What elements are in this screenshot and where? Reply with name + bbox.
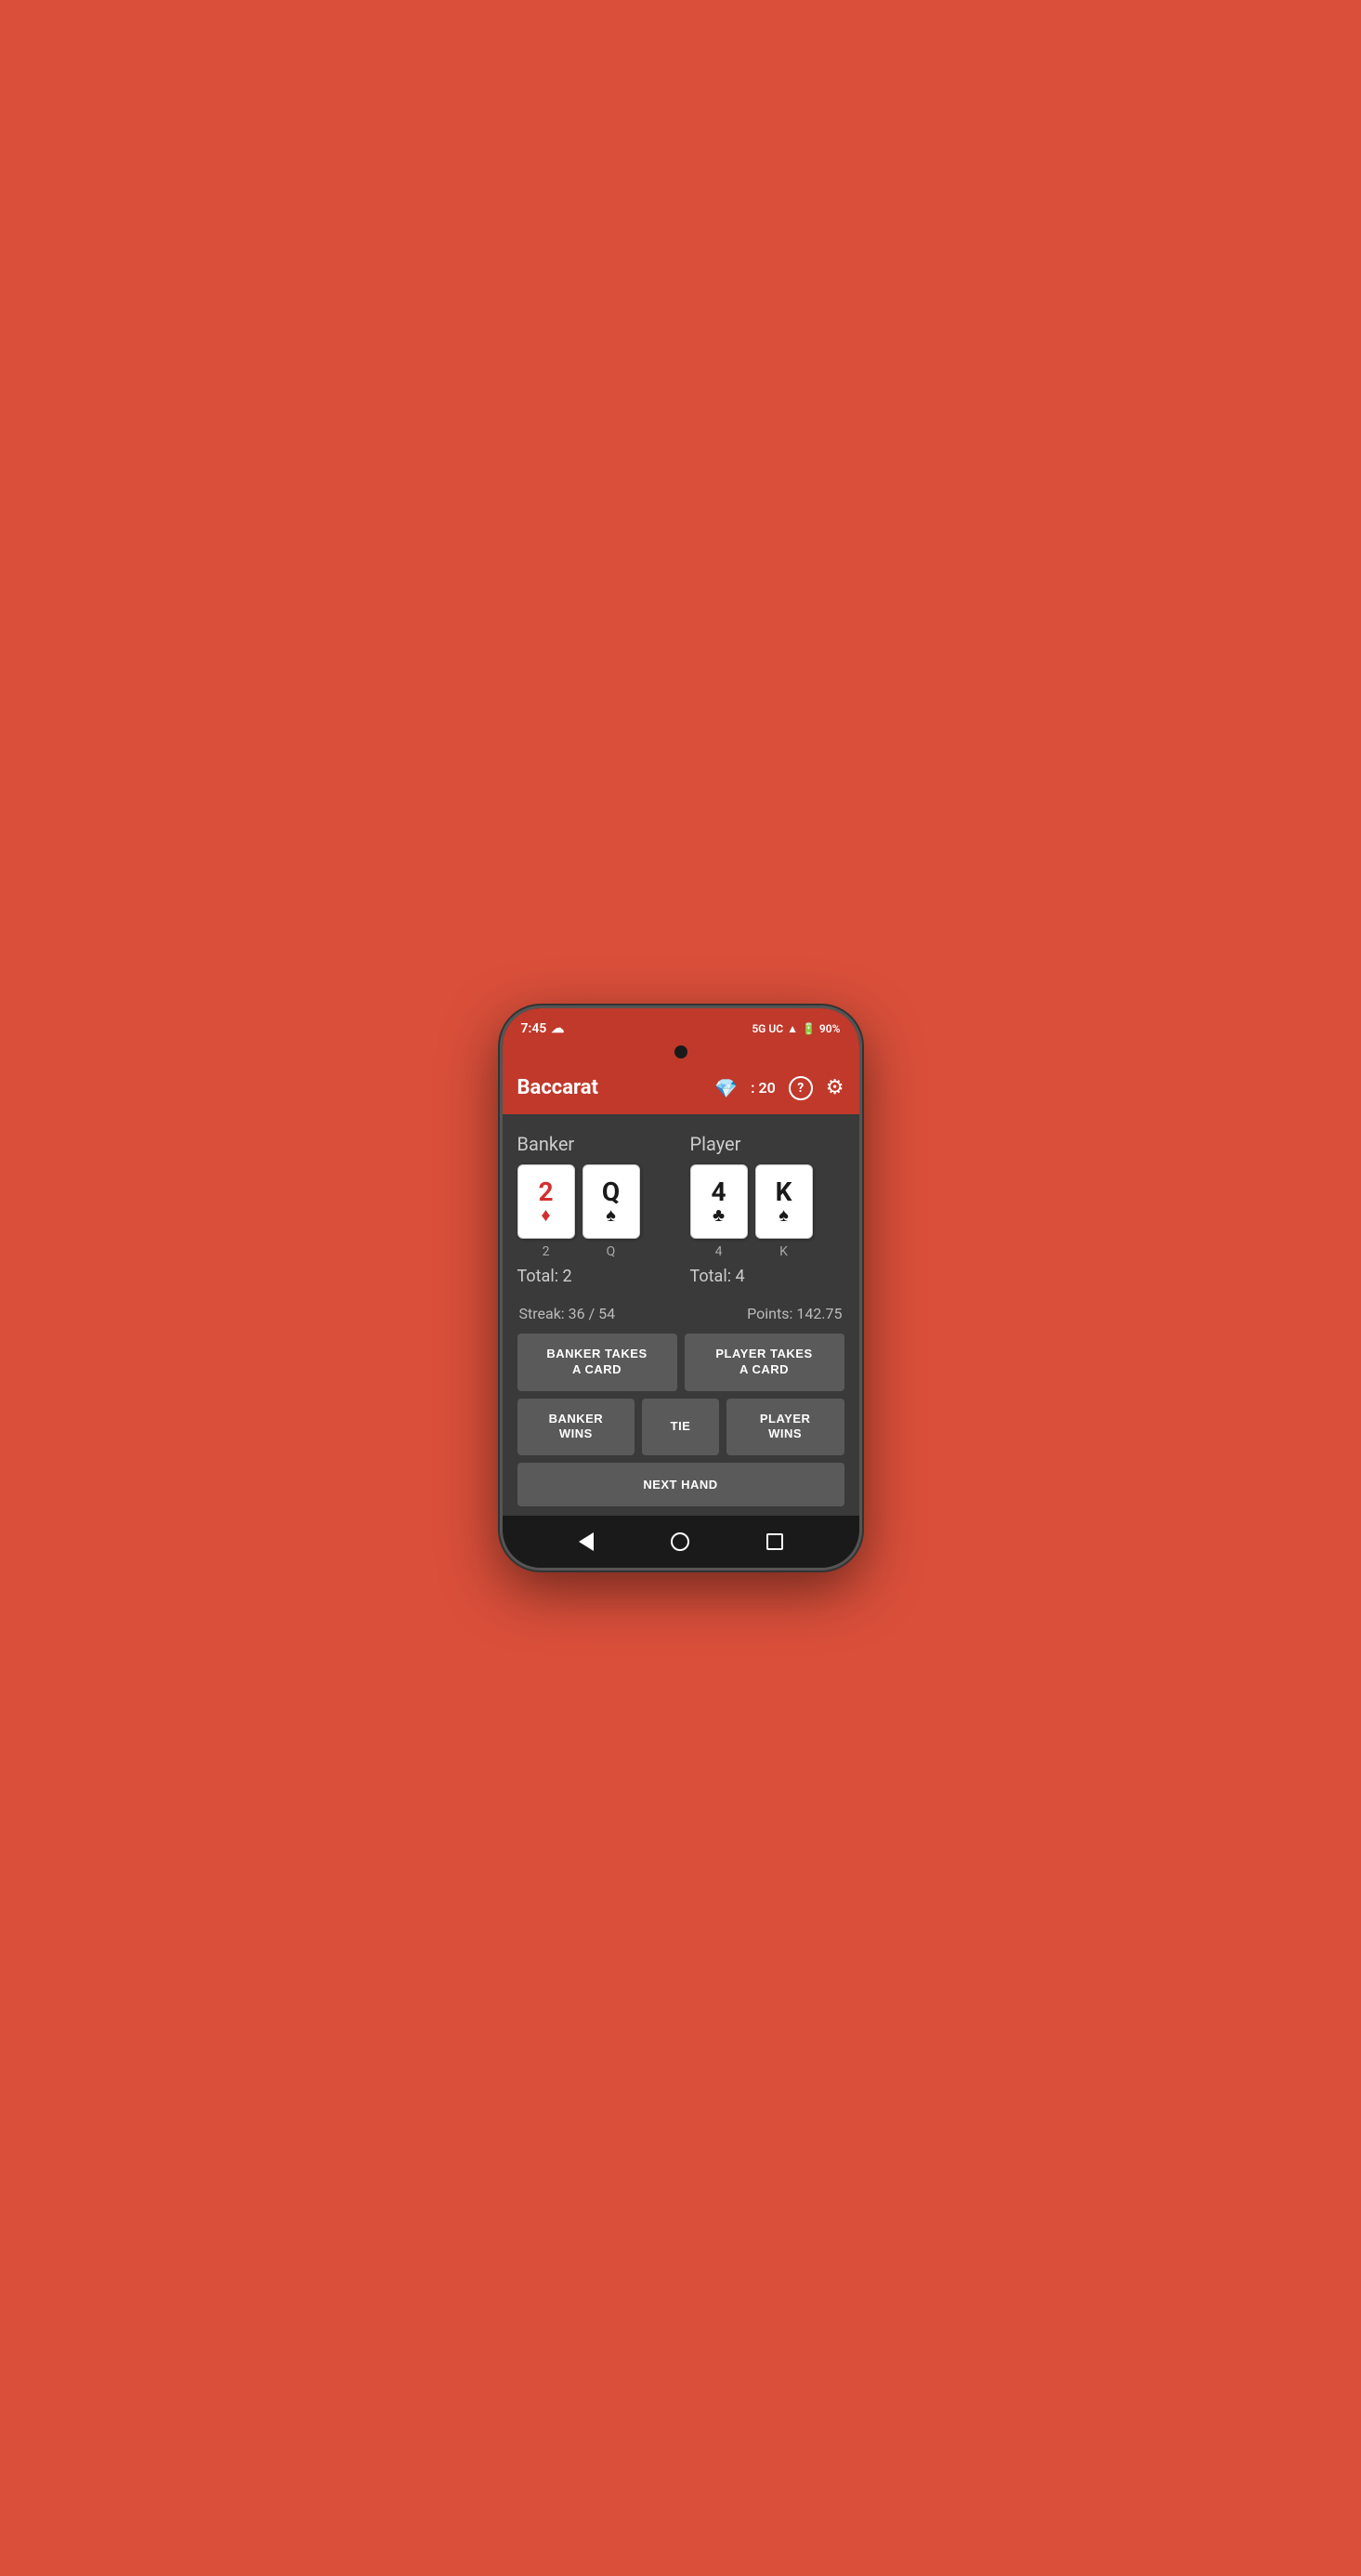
back-button[interactable] [568, 1523, 605, 1560]
banker-card-1-label: 2 [517, 1244, 575, 1259]
player-card-1-suit: ♣ [713, 1205, 725, 1224]
cloud-icon: ☁ [551, 1021, 564, 1036]
time-text: 7:45 [521, 1021, 547, 1036]
player-card-2-value: K [776, 1179, 792, 1205]
banker-card-1-value: 2 [538, 1179, 553, 1205]
banker-takes-card-button[interactable]: BANKER TAKESA CARD [517, 1334, 677, 1391]
notch [503, 1045, 859, 1062]
player-card-1-value: 4 [711, 1179, 726, 1205]
take-card-buttons: BANKER TAKESA CARD PLAYER TAKESA CARD [517, 1334, 844, 1391]
recents-icon [766, 1533, 783, 1550]
status-time: 7:45 ☁ [521, 1021, 565, 1036]
banker-cards-row: 2 ♦ Q ♠ [517, 1164, 672, 1239]
player-card-2-label: K [755, 1244, 813, 1259]
player-card-2: K ♠ [755, 1164, 813, 1239]
network-text: 5G UC [752, 1022, 783, 1035]
player-cards-row: 4 ♣ K ♠ [690, 1164, 844, 1239]
player-card-1-label: 4 [690, 1244, 748, 1259]
main-content: Banker 2 ♦ Q ♠ 2 Q [503, 1114, 859, 1305]
battery-icon: 🔋 [802, 1022, 816, 1035]
player-hand: Player 4 ♣ K ♠ 4 K [690, 1133, 844, 1286]
banker-card-1: 2 ♦ [517, 1164, 575, 1239]
settings-icon[interactable]: ⚙ [826, 1076, 844, 1099]
banker-card-2-suit: ♠ [606, 1205, 616, 1224]
app-title: Baccarat [517, 1076, 715, 1099]
player-card-labels: 4 K [690, 1244, 844, 1259]
banker-wins-button[interactable]: BANKERWINS [517, 1399, 635, 1456]
gem-balance: : 20 [751, 1079, 776, 1097]
back-icon [579, 1532, 594, 1551]
app-bar-actions: 💎 : 20 ? ⚙ [714, 1076, 844, 1100]
banker-hand: Banker 2 ♦ Q ♠ 2 Q [517, 1133, 672, 1286]
banker-label: Banker [517, 1133, 672, 1155]
win-buttons-row: BANKERWINS TIE PLAYERWINS [517, 1399, 844, 1456]
player-card-2-suit: ♠ [779, 1205, 789, 1224]
home-button[interactable] [661, 1523, 699, 1560]
status-bar: 7:45 ☁ 5G UC ▲ 🔋 90% [503, 1008, 859, 1045]
player-total: Total: 4 [690, 1267, 844, 1286]
stats-row: Streak: 36 / 54 Points: 142.75 [517, 1305, 844, 1322]
hands-row: Banker 2 ♦ Q ♠ 2 Q [517, 1133, 844, 1286]
streak-stat: Streak: 36 / 54 [519, 1305, 616, 1322]
camera-notch [674, 1045, 687, 1058]
banker-card-2-value: Q [602, 1179, 620, 1205]
player-wins-button[interactable]: PLAYERWINS [726, 1399, 844, 1456]
player-label: Player [690, 1133, 844, 1155]
battery-percent: 90% [819, 1022, 841, 1035]
help-label: ? [797, 1081, 804, 1096]
banker-card-1-suit: ♦ [541, 1205, 550, 1224]
phone-screen: 7:45 ☁ 5G UC ▲ 🔋 90% Baccarat 💎 : 20 ? [503, 1008, 859, 1569]
banker-card-labels: 2 Q [517, 1244, 672, 1259]
player-card-1: 4 ♣ [690, 1164, 748, 1239]
signal-icon: ▲ [787, 1022, 798, 1035]
home-icon [671, 1532, 689, 1551]
phone-frame: 7:45 ☁ 5G UC ▲ 🔋 90% Baccarat 💎 : 20 ? [500, 1005, 862, 1571]
next-hand-button[interactable]: NEXT HAND [517, 1463, 844, 1506]
nav-bar [503, 1516, 859, 1568]
gem-icon: 💎 [714, 1077, 738, 1099]
app-bar: Baccarat 💎 : 20 ? ⚙ [503, 1062, 859, 1114]
player-takes-card-button[interactable]: PLAYER TAKESA CARD [685, 1334, 844, 1391]
status-icons: 5G UC ▲ 🔋 90% [752, 1022, 840, 1035]
recents-button[interactable] [756, 1523, 793, 1560]
banker-card-2: Q ♠ [582, 1164, 640, 1239]
tie-button[interactable]: TIE [642, 1399, 718, 1456]
bottom-area: Streak: 36 / 54 Points: 142.75 BANKER TA… [503, 1305, 859, 1517]
banker-card-2-label: Q [582, 1244, 640, 1259]
points-stat: Points: 142.75 [747, 1305, 842, 1322]
banker-total: Total: 2 [517, 1267, 672, 1286]
help-button[interactable]: ? [789, 1076, 813, 1100]
